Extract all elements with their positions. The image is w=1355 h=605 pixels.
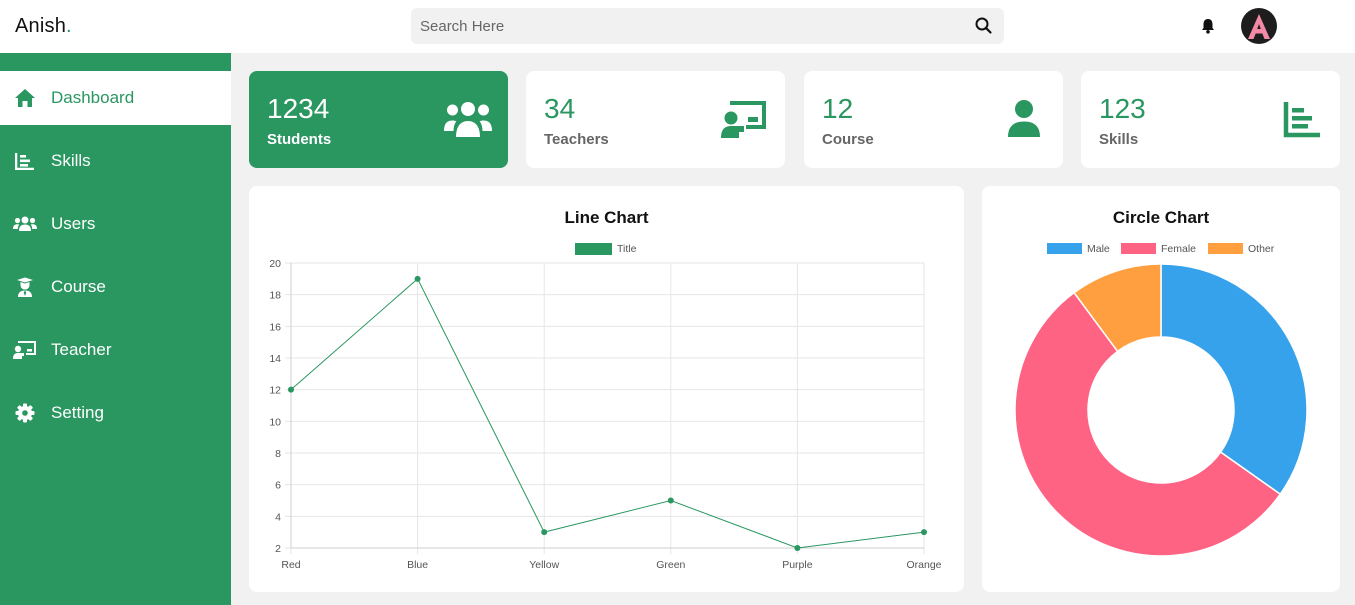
sidebar-item-dashboard[interactable]: Dashboard: [0, 71, 231, 125]
circle-chart: Male Female Other: [1014, 243, 1308, 557]
sidebar-item-label: Course: [51, 277, 106, 296]
legend-swatch: [1208, 243, 1243, 254]
x-tick-label: Blue: [407, 559, 428, 571]
user-icon: [999, 99, 1047, 139]
y-tick-label: 18: [269, 290, 281, 302]
stat-card-course[interactable]: 12 Course: [804, 71, 1063, 168]
y-tick-label: 12: [269, 385, 281, 397]
avatar[interactable]: [1241, 8, 1277, 44]
x-tick-label: Yellow: [529, 559, 559, 571]
sidebar: Dashboard Skills Users Course Teacher Se…: [0, 53, 231, 605]
y-tick-label: 16: [269, 321, 281, 333]
legend-swatch: [1047, 243, 1082, 254]
sidebar-item-course[interactable]: Course: [0, 260, 231, 314]
legend-label: Other: [1248, 243, 1275, 255]
circle-chart-panel: Circle Chart Male Female Other: [982, 186, 1340, 592]
slice-male: [1160, 263, 1308, 496]
graduate-icon: [13, 275, 37, 299]
legend-label: Male: [1087, 243, 1110, 255]
sidebar-item-users[interactable]: Users: [0, 197, 231, 251]
stat-card-teachers[interactable]: 34 Teachers: [526, 71, 785, 168]
data-point: [541, 529, 548, 536]
users-icon: [444, 99, 492, 139]
y-tick-label: 6: [275, 480, 281, 492]
y-tick-label: 8: [275, 448, 281, 460]
legend-swatch: [1121, 243, 1156, 254]
stat-value: 1234: [267, 93, 330, 124]
sidebar-item-skills[interactable]: Skills: [0, 134, 231, 188]
chalkboard-teacher-icon: [721, 99, 769, 139]
data-point: [921, 529, 927, 536]
home-icon: [13, 86, 37, 110]
data-point: [667, 497, 674, 504]
search-input[interactable]: [411, 8, 966, 44]
chart-bar-icon: [1276, 99, 1324, 139]
stat-value: 12: [822, 93, 854, 124]
y-tick-label: 2: [275, 543, 281, 555]
sidebar-item-label: Skills: [51, 151, 91, 170]
legend-label: Female: [1161, 243, 1196, 255]
sidebar-item-setting[interactable]: Setting: [0, 386, 231, 440]
stat-label: Teachers: [544, 131, 609, 148]
x-tick-label: Orange: [906, 559, 941, 571]
sidebar-item-label: Setting: [51, 403, 104, 422]
x-tick-label: Green: [656, 559, 685, 571]
series-line: [290, 278, 925, 549]
stat-label: Skills: [1099, 131, 1139, 148]
stat-label: Course: [822, 131, 874, 148]
data-point: [794, 545, 801, 551]
legend-label: Title: [617, 243, 637, 255]
data-point: [414, 275, 421, 282]
line-chart-panel: Line Chart Title 2 4 6 8 10 12 14 16 18 20 Red Blue Y…: [249, 186, 964, 592]
y-tick-label: 20: [269, 258, 281, 270]
stat-card-skills[interactable]: 123 Skills: [1081, 71, 1340, 168]
data-point: [288, 386, 294, 393]
search-icon[interactable]: [974, 16, 994, 36]
y-tick-label: 10: [269, 416, 281, 428]
y-tick-label: 14: [269, 353, 281, 365]
users-icon: [13, 212, 37, 236]
sidebar-item-teacher[interactable]: Teacher: [0, 323, 231, 377]
sidebar-item-label: Dashboard: [51, 88, 135, 107]
y-tick-label: 4: [275, 511, 281, 523]
gear-icon: [13, 401, 37, 425]
stat-value: 123: [1099, 93, 1146, 124]
chart-bar-icon: [13, 149, 37, 173]
sidebar-item-label: Users: [51, 214, 96, 233]
stat-label: Students: [267, 131, 332, 148]
bell-icon[interactable]: [1199, 17, 1217, 35]
brand-logo[interactable]: Anish.: [15, 15, 72, 38]
search-box: [411, 8, 1004, 44]
stat-card-students[interactable]: 1234 Students: [249, 71, 508, 168]
line-chart: Title 2 4 6 8 10 12 14 16 18 20 Red Blue Yellow Green P…: [269, 243, 942, 571]
x-tick-label: Red: [281, 559, 300, 571]
x-tick-label: Purple: [782, 559, 813, 571]
top-bar: Anish.: [0, 0, 1355, 53]
sidebar-item-label: Teacher: [51, 340, 112, 359]
legend-swatch: [575, 243, 612, 255]
chalkboard-teacher-icon: [13, 338, 37, 362]
stat-value: 34: [544, 93, 576, 124]
